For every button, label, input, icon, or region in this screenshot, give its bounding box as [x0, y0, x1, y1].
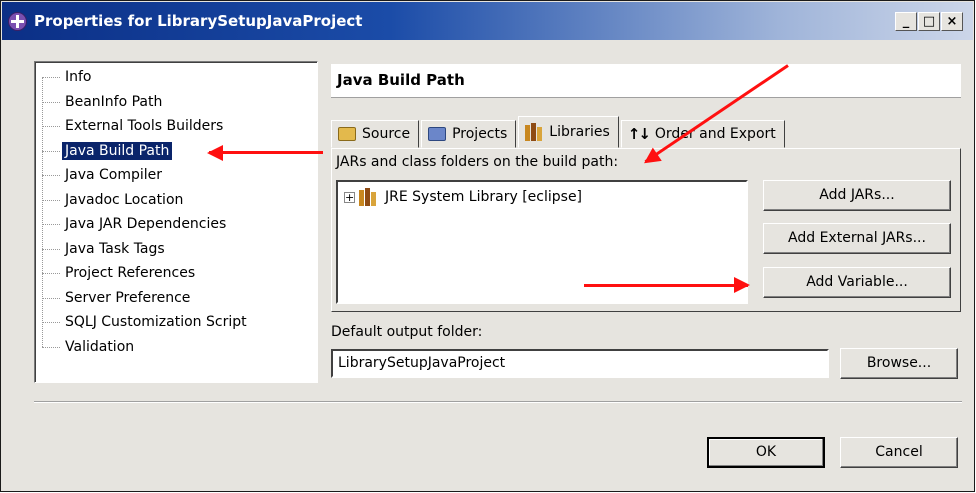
properties-icon [8, 12, 27, 31]
tree-item-external-tools-builders[interactable]: External Tools Builders [42, 115, 226, 137]
cancel-button[interactable]: Cancel [840, 437, 958, 468]
annotation-arrow-add-variable [584, 277, 750, 293]
tree-item-java-task-tags[interactable]: Java Task Tags [42, 238, 168, 260]
browse-button[interactable]: Browse... [840, 348, 958, 379]
minimize-button[interactable]: _ [895, 12, 917, 31]
page-title: Java Build Path [337, 71, 465, 89]
property-pages-tree[interactable]: Info BeanInfo Path External Tools Builde… [34, 61, 318, 383]
tree-item-validation[interactable]: Validation [42, 336, 137, 358]
tree-item-project-references[interactable]: Project References [42, 262, 198, 284]
add-variable-button[interactable]: Add Variable... [763, 267, 951, 298]
page-header: Java Build Path [331, 64, 961, 98]
close-button[interactable]: × [941, 12, 963, 31]
libraries-panel: JARs and class folders on the build path… [331, 148, 961, 312]
properties-dialog: Properties for LibrarySetupJavaProject _… [0, 0, 975, 492]
output-folder-field[interactable]: LibrarySetupJavaProject [331, 349, 829, 378]
books-icon [525, 123, 543, 141]
tree-item-java-jar-dependencies[interactable]: Java JAR Dependencies [42, 213, 229, 235]
annotation-arrow-build-path [209, 151, 323, 154]
tab-projects[interactable]: Projects [421, 120, 517, 148]
maximize-button[interactable]: □ [918, 12, 940, 31]
order-icon: ↑↓ [627, 125, 651, 143]
tab-libraries[interactable]: Libraries [518, 116, 619, 148]
tree-item-beaninfo-path[interactable]: BeanInfo Path [42, 91, 165, 113]
title-bar[interactable]: Properties for LibrarySetupJavaProject _… [2, 2, 973, 40]
tree-item-sqlj-customization-script[interactable]: SQLJ Customization Script [42, 311, 250, 333]
tree-item-javadoc-location[interactable]: Javadoc Location [42, 189, 186, 211]
libraries-caption: JARs and class folders on the build path… [336, 154, 619, 170]
library-entry-jre[interactable]: + JRE System Library [eclipse] [344, 188, 582, 206]
project-icon [428, 127, 447, 141]
output-folder-label: Default output folder: [331, 324, 483, 340]
tree-item-info[interactable]: Info [42, 66, 95, 88]
tree-item-java-build-path[interactable]: Java Build Path [42, 140, 173, 162]
add-jars-button[interactable]: Add JARs... [763, 180, 951, 211]
tree-item-java-compiler[interactable]: Java Compiler [42, 164, 165, 186]
build-path-tabs: Source Projects Libraries ↑↓ Order and E… [331, 116, 787, 148]
folder-icon [338, 127, 356, 141]
library-icon [359, 188, 377, 206]
tab-source[interactable]: Source [331, 120, 420, 148]
expand-icon[interactable]: + [344, 191, 355, 203]
add-external-jars-button[interactable]: Add External JARs... [763, 223, 951, 254]
window-title: Properties for LibrarySetupJavaProject [34, 12, 363, 30]
ok-button[interactable]: OK [707, 437, 825, 468]
separator [34, 401, 962, 403]
tree-item-server-preference[interactable]: Server Preference [42, 287, 193, 309]
